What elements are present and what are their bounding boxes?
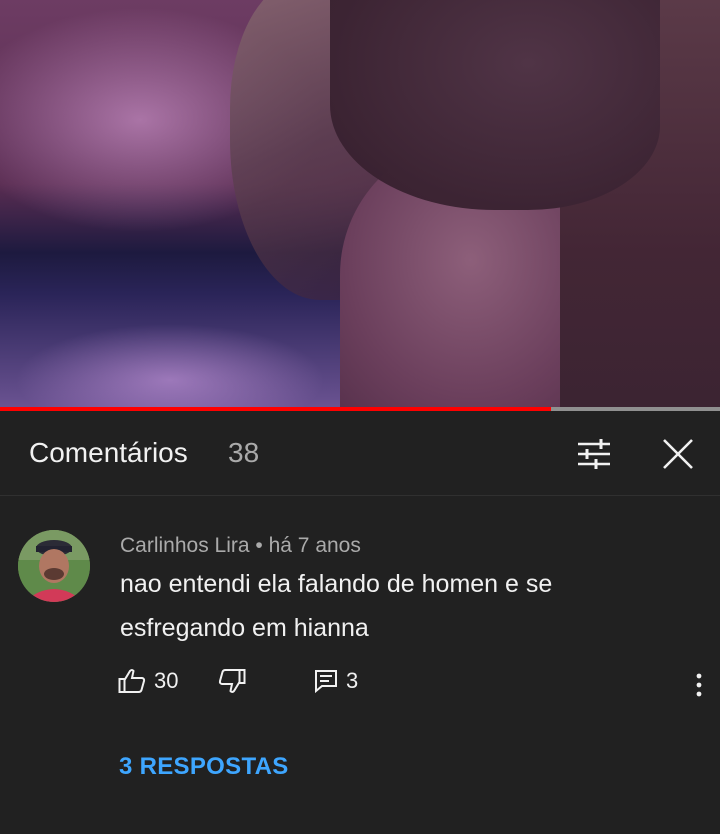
like-button[interactable]: 30 [118, 668, 178, 694]
close-button[interactable] [654, 431, 702, 477]
comment-text: nao entendi ela falando de homen e se es… [120, 570, 553, 642]
comments-title: Comentários [29, 437, 188, 468]
thumbs-up-icon [118, 669, 146, 693]
avatar-image [18, 530, 90, 602]
sort-filter-icon [578, 439, 610, 469]
like-count: 30 [154, 668, 179, 693]
view-replies-link[interactable]: 3 RESPOSTAS [119, 753, 289, 781]
comment-time: há 7 anos [268, 534, 361, 557]
video-frame-detail [330, 0, 660, 210]
comment-author[interactable]: Carlinhos Lira [120, 534, 250, 557]
video-player[interactable] [0, 0, 720, 408]
comment-item: Carlinhos Lira • há 7 anos nao entendi e… [0, 496, 720, 834]
dislike-button[interactable] [218, 668, 246, 694]
sort-filter-button[interactable] [570, 431, 618, 477]
more-options-button[interactable] [686, 668, 712, 702]
comments-header: Comentários 38 [0, 411, 720, 496]
comment-meta: Carlinhos Lira • há 7 anos [120, 534, 361, 558]
comment-actions: 30 3 [118, 668, 718, 702]
comments-count: 38 [228, 437, 260, 468]
meta-separator: • [255, 534, 263, 557]
close-icon [663, 439, 693, 469]
avatar[interactable] [18, 530, 90, 602]
comment-reply-icon [315, 670, 337, 693]
reply-button[interactable]: 3 [314, 668, 358, 694]
more-vertical-icon [696, 673, 702, 697]
thumbs-down-icon [218, 669, 246, 693]
reply-count: 3 [346, 668, 359, 693]
